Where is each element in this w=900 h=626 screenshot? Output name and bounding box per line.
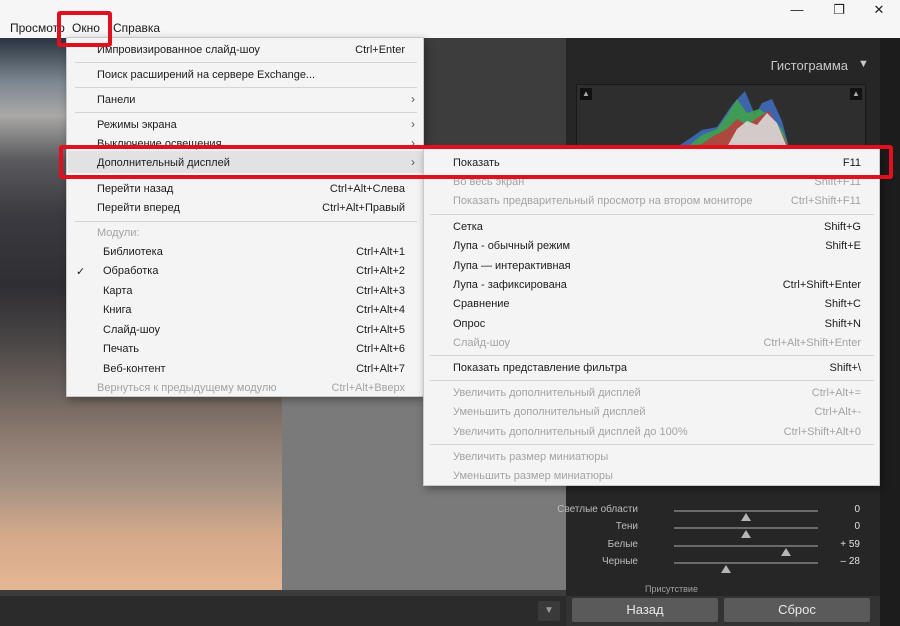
menu-item-book[interactable]: Книга Ctrl+Alt+4 — [103, 301, 405, 320]
submenu-item-zoom-in: Увеличить дополнительный дисплей Ctrl+Al… — [453, 387, 861, 399]
slider-blacks[interactable]: Черные – 28 — [570, 554, 866, 573]
menu-item-print[interactable]: Печать Ctrl+Alt+6 — [103, 340, 405, 359]
slider-highlights[interactable]: Светлые области 0 — [557, 502, 866, 521]
menu-separator — [430, 380, 874, 381]
chevron-right-icon: › — [411, 92, 415, 106]
modules-heading: Модули: — [97, 227, 140, 239]
menu-item-slideshow[interactable]: Слайд-шоу Ctrl+Alt+5 — [103, 321, 405, 340]
submenu-item-compare[interactable]: Сравнение Shift+C — [453, 295, 861, 314]
submenu-item-loupe-locked[interactable]: Лупа - зафиксирована Ctrl+Shift+Enter — [453, 276, 861, 295]
menu-item-previous-module: Вернуться к предыдущему модулю Ctrl+Alt+… — [97, 382, 405, 394]
submenu-item-grid[interactable]: Сетка Shift+G — [453, 218, 861, 237]
submenu-item-slideshow: Слайд-шоу Ctrl+Alt+Shift+Enter — [453, 337, 861, 349]
menu-separator — [75, 221, 417, 222]
menu-item-go-forward[interactable]: Перейти вперед Ctrl+Alt+Правый — [97, 199, 405, 218]
submenu-item-filter-view[interactable]: Показать представление фильтра Shift+\ — [453, 359, 861, 378]
menu-separator — [430, 444, 874, 445]
histogram-title[interactable]: Гистограмма — [572, 54, 872, 78]
panel-edge-strip — [880, 38, 900, 626]
menu-item-map[interactable]: Карта Ctrl+Alt+3 — [103, 282, 405, 301]
menu-item-develop[interactable]: Обработка Ctrl+Alt+2 — [103, 262, 405, 281]
submenu-item-zoom-100: Увеличить дополнительный дисплей до 100%… — [453, 426, 861, 438]
slider-whites[interactable]: Белые + 59 — [570, 537, 866, 556]
submenu-item-loupe-live[interactable]: Лупа — интерактивная — [453, 257, 861, 276]
menu-separator — [75, 87, 417, 88]
chevron-right-icon: › — [411, 117, 415, 131]
menu-separator — [75, 62, 417, 63]
check-icon: ✓ — [76, 266, 86, 278]
menu-item-panels[interactable]: Панели › — [97, 91, 415, 110]
window-menu: Импровизированное слайд-шоу Ctrl+Enter П… — [66, 37, 424, 397]
toolbar-dropdown-icon[interactable]: ▼ — [538, 601, 560, 621]
menu-help[interactable]: Справка — [113, 21, 160, 35]
slider-thumb[interactable] — [721, 565, 731, 573]
triangle-down-icon[interactable]: ▼ — [858, 58, 869, 70]
submenu-item-zoom-out: Уменьшить дополнительный дисплей Ctrl+Al… — [453, 406, 861, 418]
bottom-toolbar — [0, 596, 566, 626]
histogram — [576, 84, 866, 146]
reset-button[interactable]: Сброс — [724, 598, 870, 622]
secondary-display-submenu: Показать F11 Во весь экран Shift+F11 Пок… — [423, 148, 880, 486]
menu-separator — [75, 112, 417, 113]
menu-item-screen-modes[interactable]: Режимы экрана › — [97, 116, 415, 135]
submenu-item-survey[interactable]: Опрос Shift+N — [453, 315, 861, 334]
restore-icon[interactable]: ❐ — [824, 2, 854, 18]
highlight-clipping-icon[interactable]: ▲ — [850, 88, 862, 100]
back-button[interactable]: Назад — [572, 598, 718, 622]
menu-item-impromptu-slideshow[interactable]: Импровизированное слайд-шоу Ctrl+Enter — [97, 41, 405, 60]
menu-item-web[interactable]: Веб-контент Ctrl+Alt+7 — [103, 360, 405, 379]
submenu-item-thumb-smaller: Уменьшить размер миниатюры — [453, 470, 613, 482]
menu-separator — [430, 355, 874, 356]
menu-separator — [430, 214, 874, 215]
submenu-item-preview-second-monitor: Показать предварительный просмотр на вто… — [453, 195, 861, 207]
close-icon[interactable]: ✕ — [864, 2, 894, 18]
highlight-secondary-display-show — [59, 145, 893, 179]
slider-shadows[interactable]: Тени 0 — [570, 519, 866, 538]
presence-section-label[interactable]: Присутствие — [645, 584, 698, 594]
minimize-icon[interactable]: — — [782, 2, 812, 18]
menu-item-go-back[interactable]: Перейти назад Ctrl+Alt+Слева — [97, 180, 405, 199]
submenu-item-thumb-bigger: Увеличить размер миниатюры — [453, 451, 609, 463]
menu-item-exchange-search[interactable]: Поиск расширений на сервере Exchange... — [97, 66, 405, 85]
menu-item-library[interactable]: Библиотека Ctrl+Alt+1 — [103, 243, 405, 262]
highlight-window-menu — [57, 11, 112, 47]
shadow-clipping-icon[interactable]: ▲ — [580, 88, 592, 100]
submenu-item-loupe-normal[interactable]: Лупа - обычный режим Shift+E — [453, 237, 861, 256]
